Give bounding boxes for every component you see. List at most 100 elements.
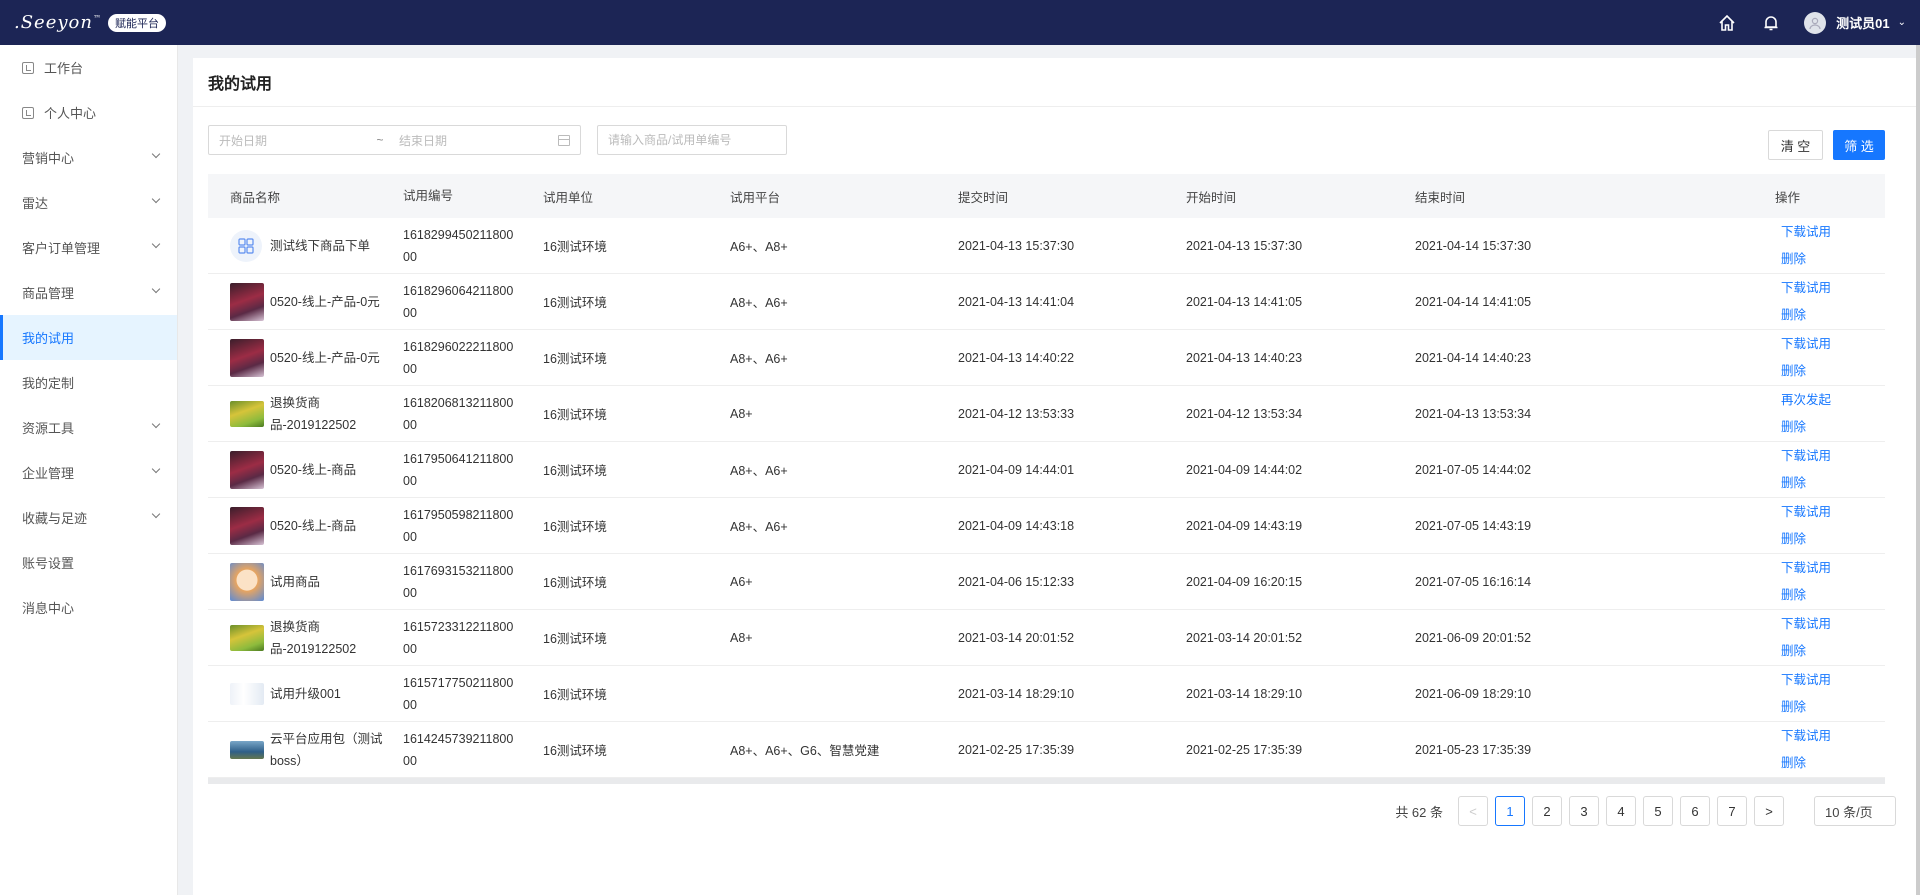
trial-number: 1614245739211800 00: [403, 728, 543, 772]
start-date-field[interactable]: 开始日期: [219, 132, 369, 149]
delete-link[interactable]: 删除: [1781, 750, 1885, 777]
trial-number-line1: 1618299450211800: [403, 227, 514, 242]
page-button[interactable]: 7: [1717, 796, 1747, 826]
sidebar-item[interactable]: 工作台: [0, 45, 177, 90]
bell-icon[interactable]: [1760, 12, 1782, 34]
logo[interactable]: .Seeyon™ 赋能平台: [0, 0, 178, 45]
filter-bar: 开始日期 ~ 结束日期 清 空 筛 选: [193, 107, 1916, 173]
download-trial-link[interactable]: 下载试用: [1781, 443, 1885, 470]
end-date-field[interactable]: 结束日期: [399, 132, 549, 149]
product-cell[interactable]: 0520-线上-产品-0元: [208, 338, 403, 377]
download-trial-link[interactable]: 下载试用: [1781, 555, 1885, 582]
end-time: 2021-06-09 18:29:10: [1415, 686, 1532, 701]
resubmit-link[interactable]: 再次发起: [1781, 387, 1885, 414]
download-trial-link[interactable]: 下载试用: [1781, 275, 1885, 302]
sidebar-item[interactable]: 账号设置: [0, 540, 177, 585]
user-menu[interactable]: 测试员01 ⌄: [1804, 11, 1906, 34]
sidebar-item[interactable]: 商品管理: [0, 270, 177, 315]
trial-number-line2: 00: [403, 585, 417, 600]
end-time: 2021-04-14 15:37:30: [1415, 238, 1532, 253]
sidebar-item[interactable]: 收藏与足迹: [0, 495, 177, 540]
delete-link[interactable]: 删除: [1781, 358, 1885, 385]
trial-platform: A8+、A6+: [730, 464, 788, 478]
page-button[interactable]: 4: [1606, 796, 1636, 826]
product-cell[interactable]: 退换货商品-2019122502: [208, 616, 403, 660]
trial-number: 1618296022211800 00: [403, 336, 543, 380]
trial-number-line2: 00: [403, 305, 417, 320]
page-button[interactable]: 6: [1680, 796, 1710, 826]
download-trial-link[interactable]: 下载试用: [1781, 723, 1885, 750]
trial-number-line1: 1615717750211800: [403, 675, 514, 690]
sidebar-item[interactable]: 企业管理: [0, 450, 177, 495]
download-trial-link[interactable]: 下载试用: [1781, 499, 1885, 526]
download-trial-link[interactable]: 下载试用: [1781, 611, 1885, 638]
delete-link[interactable]: 删除: [1781, 414, 1885, 441]
product-cell[interactable]: 试用商品: [208, 562, 403, 601]
trial-unit: 16测试环境: [543, 576, 607, 590]
download-trial-link[interactable]: 下载试用: [1781, 667, 1885, 694]
table-row: 0520-线上-产品-0元 1618296064211800 00 16测试环境 A8+…: [208, 274, 1885, 330]
trial-unit: 16测试环境: [543, 520, 607, 534]
page-button[interactable]: 1: [1495, 796, 1525, 826]
sidebar-item[interactable]: 我的试用: [0, 315, 177, 360]
page-button[interactable]: 3: [1569, 796, 1599, 826]
sidebar-item[interactable]: 雷达: [0, 180, 177, 225]
filter-button[interactable]: 筛 选: [1833, 130, 1885, 160]
product-name: 云平台应用包（测试boss）: [270, 731, 383, 768]
page-size-select[interactable]: 10 条/页: [1814, 796, 1896, 826]
row-actions: 再次发起 删除: [1775, 387, 1885, 441]
main-panel: 我的试用 开始日期 ~ 结束日期 清 空 筛 选 商品名称 试用编号 试用单位 …: [193, 58, 1916, 895]
sidebar-item[interactable]: 资源工具: [0, 405, 177, 450]
product-name: 试用升级001: [270, 686, 341, 701]
product-cell[interactable]: 0520-线上-商品: [208, 450, 403, 489]
date-range-picker[interactable]: 开始日期 ~ 结束日期: [208, 125, 581, 155]
prev-page-button[interactable]: <: [1458, 796, 1488, 826]
page-button[interactable]: 5: [1643, 796, 1673, 826]
sidebar-item-label: 我的定制: [22, 376, 75, 391]
product-cell[interactable]: 0520-线上-商品: [208, 506, 403, 545]
trial-number-line2: 00: [403, 641, 417, 656]
product-cell[interactable]: 测试线下商品下单: [208, 229, 403, 262]
col-header-trial-no: 试用编号: [403, 189, 454, 203]
header-actions: 测试员01 ⌄: [1694, 0, 1906, 45]
delete-link[interactable]: 删除: [1781, 302, 1885, 329]
download-trial-link[interactable]: 下载试用: [1781, 331, 1885, 358]
search-input[interactable]: [597, 125, 787, 155]
horizontal-scrollbar[interactable]: [208, 778, 1885, 784]
delete-link[interactable]: 删除: [1781, 694, 1885, 721]
logo-text: .Seeyon™: [14, 12, 102, 33]
start-time: 2021-03-14 20:01:52: [1186, 630, 1303, 645]
page-scrollbar[interactable]: [1916, 45, 1920, 895]
product-thumbnail: [230, 450, 264, 489]
end-time: 2021-07-05 16:16:14: [1415, 574, 1532, 589]
delete-link[interactable]: 删除: [1781, 582, 1885, 609]
home-icon[interactable]: [1716, 12, 1738, 34]
sidebar-item[interactable]: 营销中心: [0, 135, 177, 180]
product-cell[interactable]: 云平台应用包（测试boss）: [208, 728, 403, 772]
sidebar-item[interactable]: 消息中心: [0, 585, 177, 630]
product-thumbnail: [230, 282, 264, 321]
sidebar-item[interactable]: 我的定制: [0, 360, 177, 405]
delete-link[interactable]: 删除: [1781, 470, 1885, 497]
trial-number-line1: 1614245739211800: [403, 731, 514, 746]
product-cell[interactable]: 试用升级001: [208, 682, 403, 705]
page-button[interactable]: 2: [1532, 796, 1562, 826]
trial-number-line1: 1618206813211800: [403, 395, 514, 410]
user-name: 测试员01: [1836, 16, 1890, 31]
next-page-button[interactable]: >: [1754, 796, 1784, 826]
product-cell[interactable]: 退换货商品-2019122502: [208, 392, 403, 436]
end-time: 2021-06-09 20:01:52: [1415, 630, 1532, 645]
row-actions: 下载试用 删除: [1775, 275, 1885, 329]
product-name: 0520-线上-商品: [270, 518, 357, 533]
delete-link[interactable]: 删除: [1781, 526, 1885, 553]
sidebar-item[interactable]: 个人中心: [0, 90, 177, 135]
table-header: 商品名称 试用编号 试用单位 试用平台 提交时间 开始时间 结束时间 操作: [208, 174, 1885, 218]
delete-link[interactable]: 删除: [1781, 638, 1885, 665]
submit-time: 2021-04-12 13:53:33: [958, 406, 1075, 421]
download-trial-link[interactable]: 下载试用: [1781, 219, 1885, 246]
delete-link[interactable]: 删除: [1781, 246, 1885, 273]
sidebar-item[interactable]: 客户订单管理: [0, 225, 177, 270]
table-row: 云平台应用包（测试boss） 1614245739211800 00 16测试环境 A8…: [208, 722, 1885, 778]
clear-button[interactable]: 清 空: [1768, 130, 1823, 160]
product-cell[interactable]: 0520-线上-产品-0元: [208, 282, 403, 321]
